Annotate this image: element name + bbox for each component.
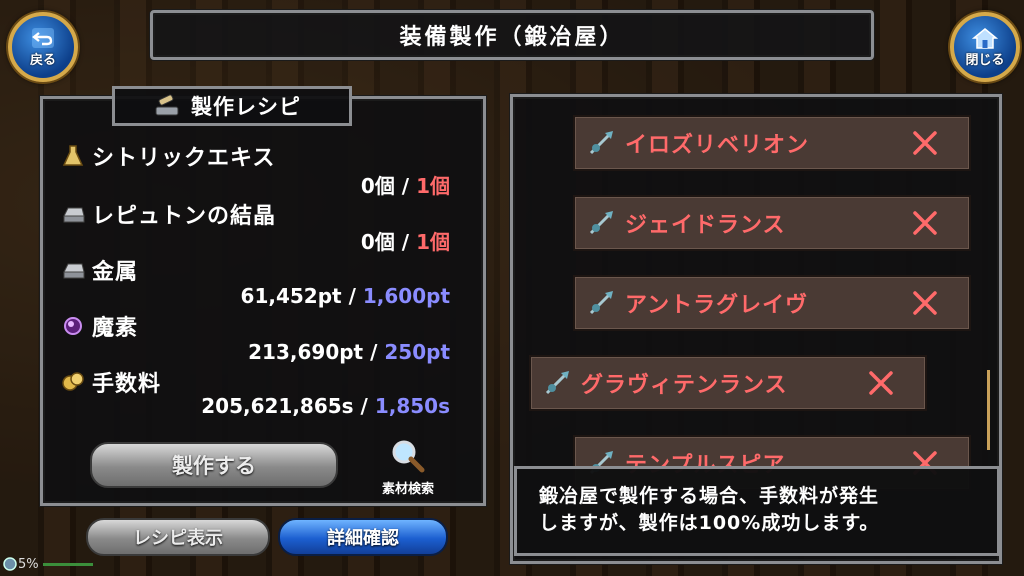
material-row: 金属 61,452pt / 1,600pt	[60, 254, 460, 308]
material-name: レピュトンの結晶	[92, 204, 277, 229]
details-button[interactable]: 詳細確認	[278, 518, 448, 556]
material-sep: /	[401, 230, 410, 254]
material-sep: /	[370, 340, 378, 364]
close-button[interactable]: 閉じる	[950, 12, 1020, 82]
list-item-selected[interactable]: グラヴィテンランス	[529, 355, 927, 411]
material-need: 1,850s	[374, 394, 450, 418]
home-icon	[972, 27, 998, 49]
close-label: 閉じる	[965, 52, 1005, 68]
material-have: 213,690pt	[248, 340, 364, 364]
material-row: 魔素 213,690pt / 250pt	[60, 310, 460, 364]
page-title: 装備製作（鍛冶屋）	[150, 10, 874, 60]
list-item[interactable]: アントラグレイヴ	[573, 275, 971, 331]
item-name: イロズリベリオン	[625, 133, 810, 158]
material-have: 61,452pt	[240, 284, 342, 308]
material-have: 0個	[360, 230, 395, 254]
recipe-title-text: 製作レシピ	[191, 95, 301, 119]
material-row: レピュトンの結晶 0個 / 1個	[60, 198, 460, 254]
back-arrow-icon	[32, 27, 54, 48]
recipe-title: 製作レシピ	[112, 86, 352, 126]
material-need: 1個	[416, 230, 450, 254]
material-have: 0個	[360, 174, 395, 198]
material-need: 250pt	[384, 340, 450, 364]
material-row: シトリックエキス 0個 / 1個	[60, 140, 460, 198]
item-name: ジェイドランス	[625, 213, 786, 238]
material-row: 手数料 205,621,865s / 1,850s	[60, 366, 460, 418]
recipe-view-button[interactable]: レシピ表示	[86, 518, 270, 556]
unavailable-x-icon	[913, 131, 937, 155]
coin-icon	[62, 372, 84, 391]
spear-icon	[589, 291, 613, 315]
spear-icon	[589, 211, 613, 235]
back-label: 戻る	[29, 52, 56, 68]
metal-icon	[63, 263, 85, 279]
gear-icon	[3, 557, 17, 571]
info-line-1: 鍛冶屋で製作する場合、手数料が発生	[539, 485, 880, 507]
spear-icon	[545, 371, 569, 395]
hammer-anvil-icon	[155, 94, 179, 116]
material-sep: /	[401, 174, 410, 198]
material-need: 1,600pt	[362, 284, 450, 308]
flask-icon	[62, 145, 84, 166]
info-line-2: しますが、製作は100%成功します。	[539, 512, 880, 534]
craft-button[interactable]: 製作する	[90, 442, 338, 488]
orb-icon	[64, 317, 82, 335]
status-bar	[42, 562, 93, 566]
material-name: 金属	[92, 260, 139, 285]
status-percent: 5%	[18, 556, 39, 572]
material-name: 手数料	[92, 372, 162, 397]
info-message-box: 鍛冶屋で製作する場合、手数料が発生 しますが、製作は100%成功します。	[514, 466, 1000, 556]
list-scrollbar[interactable]	[987, 370, 990, 450]
ingot-icon	[63, 207, 85, 223]
list-item[interactable]: ジェイドランス	[573, 195, 971, 251]
unavailable-x-icon	[869, 371, 893, 395]
material-sep: /	[360, 394, 368, 418]
material-have: 205,621,865s	[201, 394, 354, 418]
unavailable-x-icon	[913, 211, 937, 235]
material-sep: /	[348, 284, 356, 308]
material-search-button[interactable]: 素材検索	[368, 438, 448, 498]
item-name: アントラグレイヴ	[625, 293, 809, 318]
item-name: グラヴィテンランス	[581, 373, 788, 398]
status-indicator: 5%	[2, 556, 93, 572]
list-item[interactable]: イロズリベリオン	[573, 115, 971, 171]
back-button[interactable]: 戻る	[8, 12, 78, 82]
unavailable-x-icon	[913, 291, 937, 315]
material-name: シトリックエキス	[92, 146, 276, 171]
material-name: 魔素	[92, 316, 139, 341]
magnifier-icon	[392, 440, 425, 473]
spear-icon	[589, 131, 613, 155]
material-search-label: 素材検索	[381, 482, 434, 497]
material-need: 1個	[416, 174, 450, 198]
